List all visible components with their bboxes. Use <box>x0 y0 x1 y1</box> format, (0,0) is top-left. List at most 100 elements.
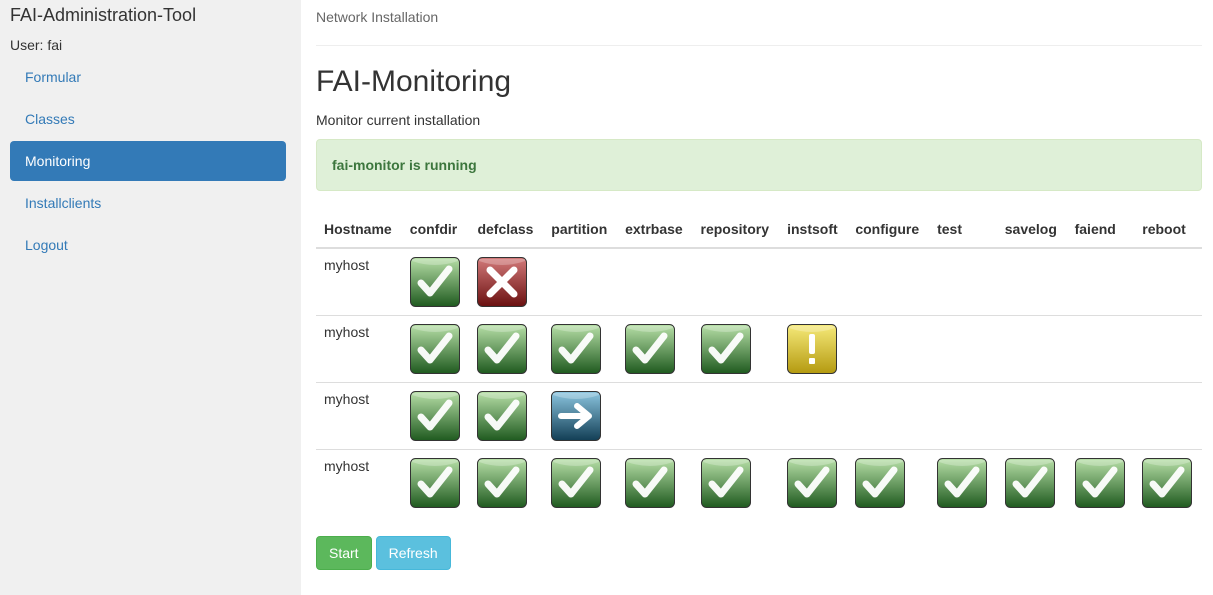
check-icon <box>625 323 676 374</box>
status-cell <box>847 314 930 382</box>
status-cell <box>469 314 544 382</box>
check-icon <box>700 323 751 374</box>
check-icon <box>409 457 460 508</box>
sidebar-item-installclients[interactable]: Installclients <box>10 183 286 223</box>
page-subtitle: Monitor current installation <box>316 112 481 128</box>
check-icon <box>409 390 460 441</box>
status-cell <box>997 248 1067 315</box>
status-cell <box>1066 448 1135 516</box>
status-cell <box>543 248 617 315</box>
status-cell <box>543 314 618 382</box>
status-cell <box>693 248 780 315</box>
check-icon <box>477 457 528 508</box>
start-button[interactable]: Start <box>316 536 372 570</box>
current-user: User: fai <box>10 37 63 53</box>
check-icon <box>855 457 906 508</box>
status-cell <box>847 248 929 315</box>
status-cell <box>692 381 780 449</box>
sidebar-item-logout[interactable]: Logout <box>10 225 286 265</box>
app-brand: FAI-Administration-Tool <box>10 5 197 25</box>
check-icon <box>1074 457 1125 508</box>
column-header-faiend: faiend <box>1066 211 1135 249</box>
status-cell <box>996 448 1067 516</box>
status-cell <box>617 248 692 315</box>
column-header-hostname: Hostname <box>316 211 402 249</box>
check-icon <box>700 457 751 508</box>
status-cell <box>929 448 997 516</box>
status-cell <box>1134 248 1202 315</box>
hostname-cell: myhost <box>316 381 402 449</box>
column-header-defclass: defclass <box>469 211 544 249</box>
status-cell <box>779 448 848 516</box>
check-icon <box>937 457 988 508</box>
monitoring-table: Hostname confdir defclass partition extrbase… <box>316 211 1202 516</box>
status-cell <box>847 381 930 449</box>
sidebar-item-label: Installclients <box>25 195 102 211</box>
status-cell <box>1067 248 1135 315</box>
status-cell <box>929 314 997 382</box>
table-row: myhost <box>316 314 1202 382</box>
sidebar-item-label: Monitoring <box>25 153 91 169</box>
arrow-right-icon <box>551 390 602 441</box>
status-cell <box>779 381 848 449</box>
status-alert-text: fai-monitor is running <box>332 157 477 173</box>
status-cell <box>1066 381 1135 449</box>
hostname-cell: myhost <box>316 314 402 382</box>
status-cell <box>1134 314 1202 382</box>
sidebar-item-monitoring[interactable]: Monitoring <box>10 141 286 181</box>
sidebar-item-classes[interactable]: Classes <box>10 99 286 139</box>
sidebar: FAI-Administration-Tool User: fai Formul… <box>0 0 301 595</box>
sidebar-item-label: Classes <box>25 111 75 127</box>
check-icon <box>409 323 460 374</box>
column-header-extrbase: extrbase <box>617 211 693 249</box>
status-cell <box>779 314 848 382</box>
status-cell <box>617 381 693 449</box>
sidebar-item-label: Logout <box>25 237 68 253</box>
column-header-confdir: confdir <box>401 211 470 249</box>
breadcrumb: Network Installation <box>316 9 439 25</box>
column-header-configure: configure <box>847 211 930 249</box>
check-icon <box>787 457 838 508</box>
check-icon <box>1142 457 1193 508</box>
status-cell <box>543 448 618 516</box>
column-header-reboot: reboot <box>1134 211 1202 249</box>
hostname-cell: myhost <box>324 257 370 273</box>
status-cell <box>929 248 997 315</box>
status-cell <box>1066 314 1135 382</box>
table-body: myhost myhost myhost myhost <box>316 248 1202 516</box>
status-alert: fai-monitor is running <box>316 139 1202 191</box>
refresh-button[interactable]: Refresh <box>375 536 451 570</box>
table-row: myhost <box>316 381 1202 449</box>
column-header-savelog: savelog <box>996 211 1067 249</box>
status-cell <box>692 448 780 516</box>
status-cell <box>543 381 618 449</box>
status-cell <box>779 248 847 315</box>
status-cell <box>401 448 470 516</box>
status-cell <box>692 314 780 382</box>
table-header-row: Hostname confdir defclass partition extrbase… <box>316 211 1202 249</box>
divider <box>316 45 1202 46</box>
check-icon <box>1004 457 1055 508</box>
status-cell <box>402 248 470 315</box>
page-title: FAI-Monitoring <box>316 65 512 98</box>
status-cell <box>617 314 693 382</box>
status-cell <box>401 314 470 382</box>
status-cell <box>996 314 1067 382</box>
column-header-instsoft: instsoft <box>779 211 848 249</box>
status-cell <box>1134 381 1202 449</box>
status-cell <box>401 381 470 449</box>
check-icon <box>477 323 528 374</box>
check-icon <box>409 257 460 307</box>
status-cell <box>617 448 693 516</box>
status-cell <box>469 448 544 516</box>
status-cell <box>1134 448 1202 516</box>
status-cell <box>996 381 1067 449</box>
table-row: myhost <box>316 448 1202 516</box>
table-row: myhost <box>316 248 1202 315</box>
status-cell <box>929 381 997 449</box>
status-cell <box>847 448 930 516</box>
sidebar-item-formular[interactable]: Formular <box>10 57 286 97</box>
x-icon <box>477 257 528 307</box>
check-icon <box>551 323 602 374</box>
column-header-repository: repository <box>692 211 780 249</box>
